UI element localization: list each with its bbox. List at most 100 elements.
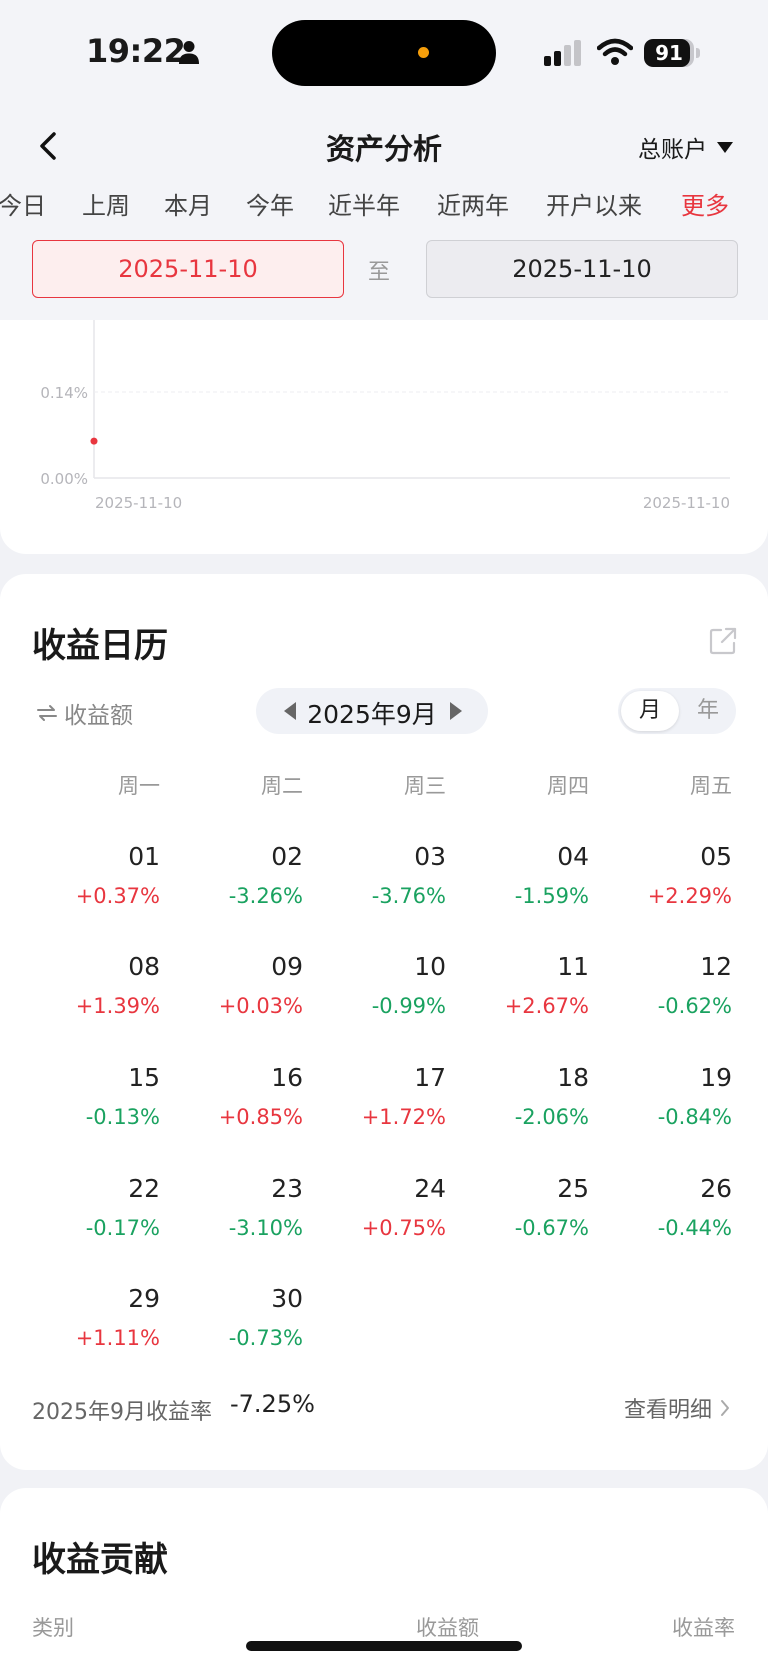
day-return: -0.84% (657, 1105, 732, 1129)
day-return: -3.10% (228, 1216, 303, 1240)
calendar-day[interactable]: 12 -0.62% (592, 952, 732, 1042)
calendar-day[interactable]: 30 -0.73% (163, 1284, 303, 1374)
tab-this-month[interactable]: 本月 (164, 186, 212, 221)
tab-more[interactable]: 更多 (681, 186, 729, 221)
day-number: 23 (271, 1174, 303, 1203)
battery-indicator: 91 (644, 39, 700, 67)
chevron-right-icon (721, 1400, 730, 1416)
column-header-amount: 收益额 (416, 1616, 479, 1640)
day-return: -0.73% (228, 1326, 303, 1350)
end-date-field[interactable]: 2025-11-10 (426, 240, 738, 298)
monthly-return-label: 2025年9月收益率 (32, 1400, 212, 1425)
day-number: 26 (700, 1174, 732, 1203)
account-label: 总账户 (638, 137, 707, 163)
day-number: 24 (414, 1174, 446, 1203)
day-number: 11 (557, 952, 589, 981)
calendar-day[interactable]: 26 -0.44% (592, 1174, 732, 1264)
battery-cap (696, 48, 700, 58)
day-return: +0.75% (361, 1216, 446, 1240)
day-number: 25 (557, 1174, 589, 1203)
return-line-chart: 0.14% 0.00% 2025-11-10 2025-11-10 (40, 320, 730, 512)
day-return: -0.17% (85, 1216, 160, 1240)
calendar-day[interactable]: 01 +0.37% (20, 842, 160, 932)
battery-percent: 91 (655, 41, 683, 65)
day-number: 04 (557, 842, 589, 871)
granularity-month-option[interactable]: 月 (621, 691, 679, 731)
status-time: 19:22 (86, 32, 186, 70)
view-details-link[interactable]: 查看明细 (624, 1392, 730, 1424)
return-chart-card: 0.14% 0.00% 2025-11-10 2025-11-10 (0, 320, 768, 554)
day-number: 22 (128, 1174, 160, 1203)
tab-half-year[interactable]: 近半年 (328, 186, 400, 221)
day-return: -0.13% (85, 1105, 160, 1129)
tab-since-opening[interactable]: 开户以来 (546, 186, 642, 221)
day-number: 19 (700, 1063, 732, 1092)
share-icon[interactable] (708, 626, 738, 656)
day-number: 12 (700, 952, 732, 981)
metric-toggle[interactable]: 收益额 (36, 696, 133, 730)
top-bar: 资产分析 总账户 今日 上周 本月 今年 近半年 近两年 开户以来 更多 202… (0, 104, 768, 320)
calendar-day[interactable]: 19 -0.84% (592, 1063, 732, 1153)
calendar-day[interactable]: 24 +0.75% (306, 1174, 446, 1264)
calendar-day[interactable]: 23 -3.10% (163, 1174, 303, 1264)
day-return: -0.44% (657, 1216, 732, 1240)
calendar-day[interactable]: 04 -1.59% (449, 842, 589, 932)
granularity-year-option[interactable]: 年 (682, 691, 734, 731)
calendar-day[interactable]: 08 +1.39% (20, 952, 160, 1042)
day-return: +1.11% (75, 1326, 160, 1350)
day-number: 29 (128, 1284, 160, 1313)
calendar-day[interactable]: 25 -0.67% (449, 1174, 589, 1264)
day-return: -0.67% (514, 1216, 589, 1240)
monthly-return-value: -7.25% (230, 1390, 315, 1418)
tab-this-year[interactable]: 今年 (246, 186, 294, 221)
account-selector[interactable]: 总账户 (638, 129, 733, 165)
calendar-day[interactable]: 15 -0.13% (20, 1063, 160, 1153)
day-return: +2.67% (504, 994, 589, 1018)
view-details-label: 查看明细 (624, 1398, 713, 1423)
weekday-header: 周二 (261, 774, 303, 798)
day-return: +1.72% (361, 1105, 446, 1129)
calendar-day[interactable]: 02 -3.26% (163, 842, 303, 932)
calendar-day[interactable]: 18 -2.06% (449, 1063, 589, 1153)
calendar-day[interactable]: 10 -0.99% (306, 952, 446, 1042)
tab-today[interactable]: 今日 (0, 186, 46, 221)
calendar-day[interactable]: 17 +1.72% (306, 1063, 446, 1153)
day-return: -3.76% (371, 884, 446, 908)
start-date-field[interactable]: 2025-11-10 (32, 240, 344, 298)
swap-icon (37, 705, 57, 721)
return-calendar-card: 收益日历 收益额 2025年9月 月 年 周一 周二 周三 周四 周五 01 +… (0, 574, 768, 1470)
calendar-day[interactable]: 03 -3.76% (306, 842, 446, 932)
calendar-day[interactable]: 29 +1.11% (20, 1284, 160, 1374)
day-return: +0.03% (218, 994, 303, 1018)
calendar-day[interactable]: 16 +0.85% (163, 1063, 303, 1153)
day-number: 18 (557, 1063, 589, 1092)
calendar-day[interactable]: 09 +0.03% (163, 952, 303, 1042)
calendar-day[interactable]: 11 +2.67% (449, 952, 589, 1042)
x-tick-label: 2025-11-10 (95, 494, 182, 512)
wifi-icon (597, 38, 633, 65)
data-point (90, 437, 98, 445)
day-number: 01 (128, 842, 160, 871)
privacy-indicator-dot (418, 47, 429, 58)
period-tabs: 今日 上周 本月 今年 近半年 近两年 开户以来 更多 (0, 186, 768, 226)
y-tick-label: 0.00% (40, 470, 88, 488)
metric-toggle-label: 收益额 (64, 703, 133, 729)
day-return: +1.39% (75, 994, 160, 1018)
calendar-title: 收益日历 (32, 626, 168, 666)
column-header-rate: 收益率 (672, 1616, 735, 1640)
tab-two-years[interactable]: 近两年 (437, 186, 509, 221)
contribution-title: 收益贡献 (32, 1540, 168, 1580)
home-indicator (246, 1641, 522, 1651)
return-contribution-card: 收益贡献 类别 收益额 收益率 (0, 1488, 768, 1665)
person-icon (179, 41, 199, 64)
next-month-icon[interactable] (450, 702, 462, 720)
weekday-header: 周四 (547, 774, 589, 798)
day-number: 30 (271, 1284, 303, 1313)
tab-last-week[interactable]: 上周 (82, 186, 130, 221)
day-number: 17 (414, 1063, 446, 1092)
day-number: 09 (271, 952, 303, 981)
day-return: +0.85% (218, 1105, 303, 1129)
day-number: 10 (414, 952, 446, 981)
calendar-day[interactable]: 05 +2.29% (592, 842, 732, 932)
calendar-day[interactable]: 22 -0.17% (20, 1174, 160, 1264)
